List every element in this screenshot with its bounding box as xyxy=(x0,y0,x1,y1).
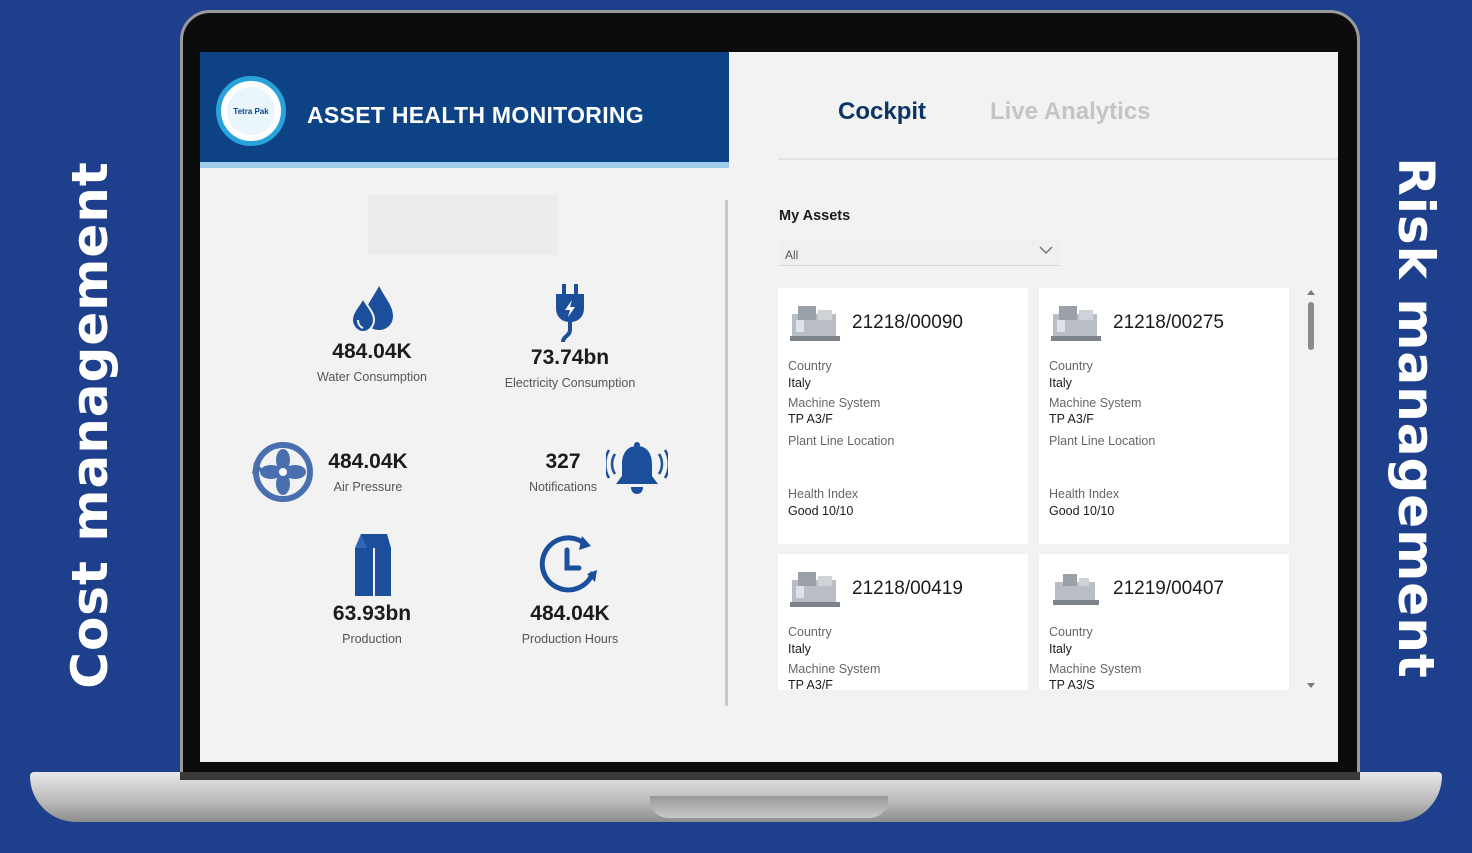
chevron-down-icon xyxy=(1039,246,1053,255)
country-label: Country xyxy=(788,625,832,639)
risk-management-label: Risk management xyxy=(1387,157,1445,679)
clock-icon xyxy=(539,535,597,593)
assets-filter-dropdown[interactable]: All xyxy=(779,240,1059,266)
machine-system-value: TP A3/F xyxy=(788,412,833,426)
kpi-production: 63.93bn Production xyxy=(292,532,452,646)
country-label: Country xyxy=(788,359,832,373)
country-label: Country xyxy=(1049,359,1093,373)
health-index-label: Health Index xyxy=(788,487,859,501)
machine-icon xyxy=(790,306,840,341)
kpi-production-hours: 484.04K Production Hours xyxy=(490,532,650,646)
bell-icon[interactable] xyxy=(606,440,668,498)
tab-cockpit[interactable]: Cockpit xyxy=(838,98,926,126)
tetra-pak-logo: Tetra Pak xyxy=(216,76,286,146)
logo-text: Tetra Pak xyxy=(227,87,275,135)
machine-system-value: TP A3/F xyxy=(788,678,833,690)
air-pressure-value: 484.04K xyxy=(328,450,408,473)
machine-system-label: Machine System xyxy=(1049,396,1142,410)
tab-live-analytics[interactable]: Live Analytics xyxy=(990,98,1151,126)
app-screen: Tetra Pak ASSET HEALTH MONITORING Cockpi… xyxy=(200,52,1338,762)
machine-system-value: TP A3/S xyxy=(1049,678,1095,690)
asset-card[interactable]: 21219/00407 Country Italy Machine System… xyxy=(1039,554,1289,690)
scroll-up-arrow-icon[interactable] xyxy=(1307,290,1315,295)
country-value: Italy xyxy=(1049,376,1072,390)
production-value: 63.93bn xyxy=(332,602,412,625)
app-header: Tetra Pak ASSET HEALTH MONITORING xyxy=(200,52,729,168)
machine-system-label: Machine System xyxy=(1049,662,1142,676)
plant-line-location-label: Plant Line Location xyxy=(1049,434,1156,448)
health-index-label: Health Index xyxy=(1049,487,1120,501)
machine-system-value: TP A3/F xyxy=(1049,412,1094,426)
asset-id: 21218/00419 xyxy=(852,578,963,599)
machine-system-label: Machine System xyxy=(788,662,881,676)
electric-plug-icon xyxy=(556,284,584,343)
plant-line-location-label: Plant Line Location xyxy=(788,434,895,448)
kpi-water: 484.04K Water Consumption xyxy=(292,284,452,384)
notifications-value: 327 xyxy=(545,450,581,473)
laptop-notch xyxy=(650,796,888,818)
health-index-value: Good 10/10 xyxy=(1049,504,1115,518)
notifications-label: Notifications xyxy=(528,480,598,494)
country-label: Country xyxy=(1049,625,1093,639)
asset-id: 21218/00275 xyxy=(1113,312,1224,333)
water-drops-icon xyxy=(350,286,393,334)
assets-filter-value: All xyxy=(785,248,799,262)
kpi-electricity: 73.74bn Electricity Consumption xyxy=(490,284,650,390)
scroll-thumb[interactable] xyxy=(1308,302,1314,350)
country-value: Italy xyxy=(788,376,811,390)
asset-id: 21218/00090 xyxy=(852,312,963,333)
empty-visual-placeholder xyxy=(368,195,558,255)
production-hours-label: Production Hours xyxy=(521,632,619,646)
cost-management-label: Cost management xyxy=(61,161,119,689)
electricity-consumption-value: 73.74bn xyxy=(530,346,610,369)
air-pressure-label: Air Pressure xyxy=(333,480,403,494)
asset-card[interactable]: 21218/00090 Country Italy Machine System… xyxy=(778,288,1028,544)
cards-scrollbar[interactable] xyxy=(1304,288,1318,690)
water-consumption-label: Water Consumption xyxy=(317,370,427,384)
fan-icon xyxy=(252,442,313,502)
notifications-block: 327 Notifications xyxy=(513,450,613,494)
asset-card[interactable]: 21218/00275 Country Italy Machine System… xyxy=(1039,288,1289,544)
top-nav: Cockpit Live Analytics xyxy=(778,52,1338,160)
production-hours-value: 484.04K xyxy=(530,602,610,625)
carton-icon xyxy=(355,534,391,596)
machine-icon xyxy=(1053,574,1099,605)
water-consumption-value: 484.04K xyxy=(332,340,412,363)
asset-cards-list: 21218/00090 Country Italy Machine System… xyxy=(778,288,1292,690)
scroll-down-arrow-icon[interactable] xyxy=(1307,683,1315,688)
health-index-value: Good 10/10 xyxy=(788,504,854,518)
vertical-divider xyxy=(725,200,728,706)
laptop-hinge xyxy=(180,772,1360,780)
air-pressure-block: 484.04K Air Pressure xyxy=(318,450,418,494)
app-title: ASSET HEALTH MONITORING xyxy=(307,102,644,128)
machine-icon xyxy=(1051,306,1101,341)
electricity-consumption-label: Electricity Consumption xyxy=(504,376,636,390)
my-assets-title: My Assets xyxy=(779,208,851,224)
country-value: Italy xyxy=(788,642,811,656)
production-label: Production xyxy=(342,632,402,646)
asset-id: 21219/00407 xyxy=(1113,578,1224,599)
machine-icon xyxy=(790,572,840,607)
machine-system-label: Machine System xyxy=(788,396,881,410)
country-value: Italy xyxy=(1049,642,1072,656)
asset-card[interactable]: 21218/00419 Country Italy Machine System… xyxy=(778,554,1028,690)
